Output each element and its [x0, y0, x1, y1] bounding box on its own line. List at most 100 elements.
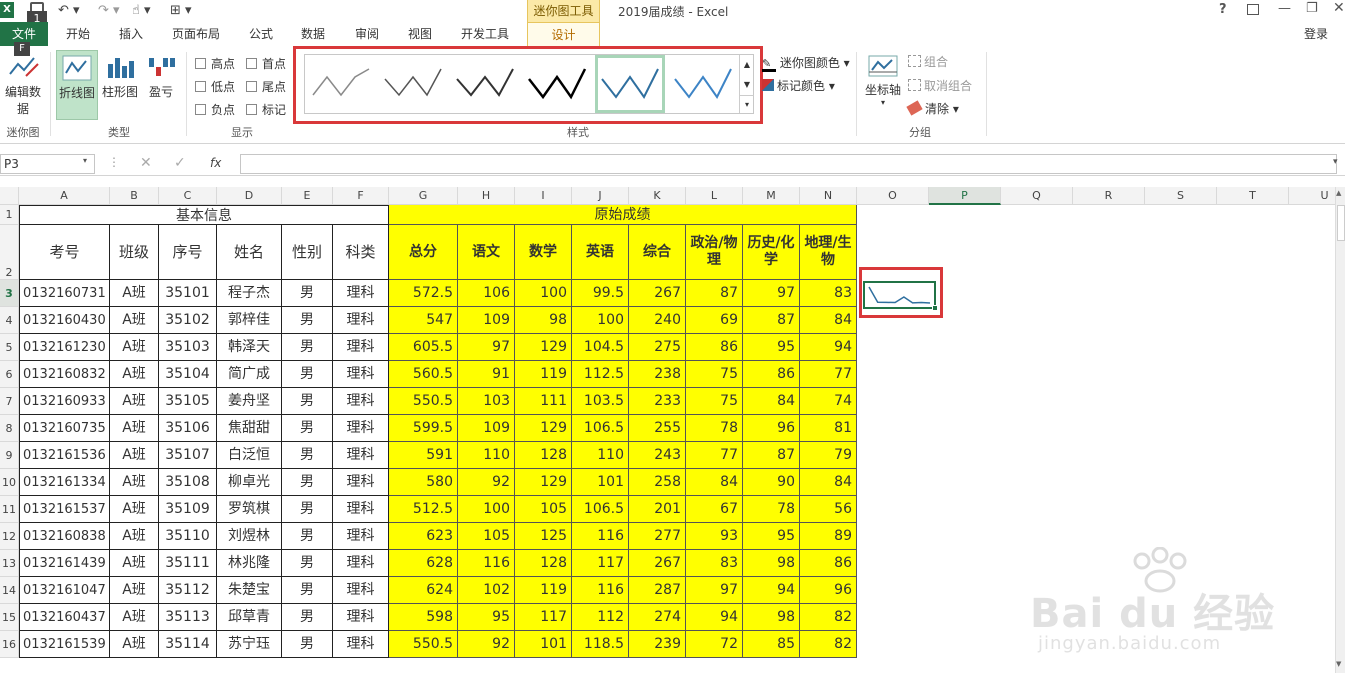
axis-button[interactable]: 坐标轴 ▾ — [862, 54, 904, 107]
score-cell[interactable]: 129 — [515, 415, 572, 442]
column-header-C[interactable]: C — [159, 187, 217, 205]
data-cell[interactable]: 韩泽天 — [217, 334, 282, 361]
edit-data-button[interactable]: 编辑数据 — [0, 52, 46, 116]
row-header-15[interactable]: 15 — [0, 604, 19, 631]
score-cell[interactable]: 274 — [629, 604, 686, 631]
score-cell[interactable]: 550.5 — [389, 631, 458, 658]
data-cell[interactable]: 0132160832 — [19, 361, 110, 388]
name-box-dropdown-icon[interactable]: ▾ — [83, 156, 87, 165]
score-cell[interactable]: 91 — [458, 361, 515, 388]
data-cell[interactable]: 男 — [282, 523, 333, 550]
column-header-H[interactable]: H — [458, 187, 515, 205]
score-cell[interactable]: 111 — [515, 388, 572, 415]
ribbon-display-options-icon[interactable] — [1247, 4, 1259, 15]
score-cell[interactable]: 93 — [686, 523, 743, 550]
tab-review[interactable]: 审阅 — [349, 22, 385, 46]
row-header-14[interactable]: 14 — [0, 577, 19, 604]
data-cell[interactable]: A班 — [110, 361, 159, 388]
score-cell[interactable]: 98 — [743, 550, 800, 577]
data-cell[interactable]: 白泛恒 — [217, 442, 282, 469]
score-cell[interactable]: 77 — [686, 442, 743, 469]
score-cell[interactable]: 89 — [800, 523, 857, 550]
column-header-D[interactable]: D — [217, 187, 282, 205]
score-cell[interactable]: 95 — [458, 604, 515, 631]
data-cell[interactable]: 林兆隆 — [217, 550, 282, 577]
tab-data[interactable]: 数据 — [295, 22, 331, 46]
column-title[interactable]: 政治/物理 — [686, 225, 743, 280]
score-cell[interactable]: 87 — [686, 280, 743, 307]
score-cell[interactable]: 243 — [629, 442, 686, 469]
column-header-K[interactable]: K — [629, 187, 686, 205]
enter-icon[interactable]: ✓ — [174, 155, 186, 171]
gallery-more[interactable]: ▾ — [739, 95, 754, 113]
column-header-E[interactable]: E — [282, 187, 333, 205]
score-cell[interactable]: 92 — [458, 631, 515, 658]
data-cell[interactable]: 理科 — [333, 280, 389, 307]
data-cell[interactable]: 男 — [282, 280, 333, 307]
score-cell[interactable]: 277 — [629, 523, 686, 550]
score-cell[interactable]: 95 — [743, 523, 800, 550]
data-cell[interactable]: 男 — [282, 577, 333, 604]
data-cell[interactable]: 理科 — [333, 388, 389, 415]
data-cell[interactable]: 35102 — [159, 307, 217, 334]
line-type-button[interactable]: 折线图 — [56, 50, 98, 120]
row-header-3[interactable]: 3 — [0, 280, 19, 307]
score-cell[interactable]: 100 — [515, 280, 572, 307]
data-cell[interactable]: 理科 — [333, 604, 389, 631]
data-cell[interactable]: 男 — [282, 469, 333, 496]
score-cell[interactable]: 82 — [800, 604, 857, 631]
header-raw-scores[interactable]: 原始成绩 — [389, 205, 857, 225]
score-cell[interactable]: 103 — [458, 388, 515, 415]
data-cell[interactable]: A班 — [110, 280, 159, 307]
data-cell[interactable]: 35110 — [159, 523, 217, 550]
data-cell[interactable]: 35106 — [159, 415, 217, 442]
score-cell[interactable]: 624 — [389, 577, 458, 604]
row-header-6[interactable]: 6 — [0, 361, 19, 388]
data-cell[interactable]: 男 — [282, 496, 333, 523]
column-header-R[interactable]: R — [1073, 187, 1145, 205]
score-cell[interactable]: 96 — [743, 415, 800, 442]
data-cell[interactable]: 0132161537 — [19, 496, 110, 523]
score-cell[interactable]: 85 — [743, 631, 800, 658]
score-cell[interactable]: 82 — [800, 631, 857, 658]
score-cell[interactable]: 72 — [686, 631, 743, 658]
score-cell[interactable]: 110 — [572, 442, 629, 469]
restore-button[interactable]: ❐ — [1306, 1, 1318, 16]
column-header-N[interactable]: N — [800, 187, 857, 205]
column-header-F[interactable]: F — [333, 187, 389, 205]
row-header-2[interactable]: 2 — [0, 225, 19, 280]
clear-button[interactable]: 清除 ▾ — [906, 100, 959, 117]
data-cell[interactable]: 理科 — [333, 307, 389, 334]
score-cell[interactable]: 106.5 — [572, 415, 629, 442]
score-cell[interactable]: 83 — [800, 280, 857, 307]
data-cell[interactable]: 郭梓佳 — [217, 307, 282, 334]
data-cell[interactable]: A班 — [110, 577, 159, 604]
data-cell[interactable]: 理科 — [333, 523, 389, 550]
data-cell[interactable]: 柳卓光 — [217, 469, 282, 496]
score-cell[interactable]: 119 — [515, 361, 572, 388]
score-cell[interactable]: 591 — [389, 442, 458, 469]
score-cell[interactable]: 101 — [572, 469, 629, 496]
data-cell[interactable]: A班 — [110, 604, 159, 631]
row-header-7[interactable]: 7 — [0, 388, 19, 415]
data-cell[interactable]: A班 — [110, 442, 159, 469]
score-cell[interactable]: 96 — [800, 577, 857, 604]
data-cell[interactable]: 0132161047 — [19, 577, 110, 604]
data-cell[interactable]: 35104 — [159, 361, 217, 388]
score-cell[interactable]: 56 — [800, 496, 857, 523]
score-cell[interactable]: 77 — [800, 361, 857, 388]
row-header-11[interactable]: 11 — [0, 496, 19, 523]
data-cell[interactable]: 焦甜甜 — [217, 415, 282, 442]
score-cell[interactable]: 106 — [458, 280, 515, 307]
score-cell[interactable]: 84 — [800, 307, 857, 334]
row-header-5[interactable]: 5 — [0, 334, 19, 361]
data-cell[interactable]: 35112 — [159, 577, 217, 604]
data-cell[interactable]: 35109 — [159, 496, 217, 523]
column-header-Q[interactable]: Q — [1001, 187, 1073, 205]
score-cell[interactable]: 75 — [686, 361, 743, 388]
row-header-8[interactable]: 8 — [0, 415, 19, 442]
score-cell[interactable]: 560.5 — [389, 361, 458, 388]
row-header-4[interactable]: 4 — [0, 307, 19, 334]
score-cell[interactable]: 129 — [515, 334, 572, 361]
score-cell[interactable]: 87 — [743, 442, 800, 469]
